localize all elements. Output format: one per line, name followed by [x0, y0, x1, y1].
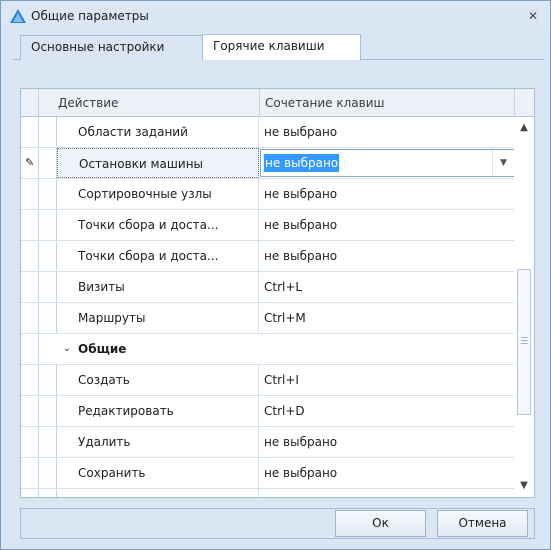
table-row-selected[interactable]: ✎ Остановки машины не выбрано ▼ [21, 148, 514, 179]
keys-editor[interactable]: не выбрано ▼ [260, 149, 514, 177]
action-cell [57, 489, 259, 497]
table-row[interactable]: Точки сбора и доста... не выбрано [21, 241, 514, 272]
settings-dialog: Общие параметры ✕ Основные настройки Гор… [0, 0, 551, 550]
keys-editor-value[interactable]: не выбрано [264, 154, 340, 172]
grid-header: Действие Сочетание клавиш [20, 88, 535, 117]
action-cell: Редактировать [57, 396, 259, 426]
action-cell: Точки сбора и доста... [57, 241, 259, 271]
window-title: Общие параметры [31, 9, 149, 23]
keys-cell[interactable]: Ctrl+L [260, 272, 514, 302]
keys-cell[interactable]: не выбрано [260, 458, 514, 488]
row-indicator [21, 396, 39, 426]
close-icon[interactable]: ✕ [526, 9, 540, 23]
vertical-scrollbar[interactable]: ▲ ▼ [514, 117, 534, 497]
column-header-action[interactable]: Действие [39, 89, 260, 117]
keys-cell[interactable]: не выбрано [260, 427, 514, 457]
edit-pencil-icon: ✎ [25, 156, 35, 169]
action-cell: Точки сбора и доста... [57, 210, 259, 240]
row-indicator [21, 210, 39, 240]
row-indent [39, 241, 57, 271]
keys-cell[interactable]: не выбрано [260, 117, 514, 147]
keys-cell[interactable]: Ctrl+I [260, 365, 514, 395]
ok-button[interactable]: Ок [335, 510, 426, 537]
grip-icon [521, 337, 528, 344]
row-indicator [21, 334, 39, 364]
action-cell: Области заданий [57, 117, 259, 147]
row-indent [39, 365, 57, 395]
row-indicator [21, 303, 39, 333]
tab-general-settings[interactable]: Основные настройки [20, 35, 203, 60]
keys-cell[interactable]: Ctrl+D [260, 396, 514, 426]
action-cell: Создать [57, 365, 259, 395]
scroll-down-icon[interactable]: ▼ [514, 475, 534, 497]
row-indicator [21, 241, 39, 271]
group-row[interactable]: ⌄ Общие [21, 334, 514, 365]
row-indent [39, 117, 57, 147]
table-row[interactable]: Визиты Ctrl+L [21, 272, 514, 303]
keys-cell[interactable] [260, 489, 514, 497]
row-indicator [21, 179, 39, 209]
table-row[interactable]: Области заданий не выбрано [21, 117, 514, 148]
row-indent [39, 396, 57, 426]
row-indent [39, 458, 57, 488]
keys-cell[interactable]: Ctrl+M [260, 303, 514, 333]
action-cell: Визиты [57, 272, 259, 302]
action-cell: Удалить [57, 427, 259, 457]
keys-cell[interactable]: не выбрано [260, 210, 514, 240]
action-cell: Маршруты [57, 303, 259, 333]
grid-rows: Области заданий не выбрано ✎ Остановки м… [21, 117, 514, 497]
row-indicator: ✎ [21, 148, 39, 178]
app-logo-icon [10, 9, 26, 23]
keys-cell[interactable]: не выбрано [260, 241, 514, 271]
table-row[interactable]: Сортировочные узлы не выбрано [21, 179, 514, 210]
tab-hotkeys[interactable]: Горячие клавиши [202, 34, 361, 60]
title-bar: Общие параметры ✕ [1, 1, 550, 31]
row-indent [39, 303, 57, 333]
row-indent [39, 210, 57, 240]
table-row[interactable]: Сохранить не выбрано [21, 458, 514, 489]
row-indent [39, 427, 57, 457]
row-indicator [21, 489, 39, 497]
table-row[interactable]: Создать Ctrl+I [21, 365, 514, 396]
scroll-up-icon[interactable]: ▲ [514, 117, 534, 139]
row-indicator [21, 272, 39, 302]
row-indent [39, 179, 57, 209]
keys-cell[interactable]: не выбрано [260, 179, 514, 209]
row-indicator [21, 458, 39, 488]
action-cell: Сортировочные узлы [57, 179, 259, 209]
row-indicator [21, 365, 39, 395]
chevron-down-icon[interactable]: ▼ [492, 150, 514, 176]
action-cell: Сохранить [57, 458, 259, 488]
scrollbar-thumb[interactable] [517, 269, 531, 415]
cancel-button[interactable]: Отмена [437, 510, 528, 537]
row-indicator-header [21, 89, 39, 117]
table-row-partial[interactable] [21, 489, 514, 497]
row-indent [39, 489, 57, 497]
row-indent [39, 334, 57, 364]
column-header-keys[interactable]: Сочетание клавиш [260, 89, 515, 117]
table-row[interactable]: Точки сбора и доста... не выбрано [21, 210, 514, 241]
table-row[interactable]: Удалить не выбрано [21, 427, 514, 458]
row-indent [39, 272, 57, 302]
table-row[interactable]: Редактировать Ctrl+D [21, 396, 514, 427]
table-row[interactable]: Маршруты Ctrl+M [21, 303, 514, 334]
action-cell: Остановки машины [57, 148, 259, 178]
row-indent [39, 148, 57, 178]
row-indicator [21, 427, 39, 457]
group-label: Общие [78, 342, 127, 356]
header-filler [515, 89, 535, 117]
row-indicator [21, 117, 39, 147]
